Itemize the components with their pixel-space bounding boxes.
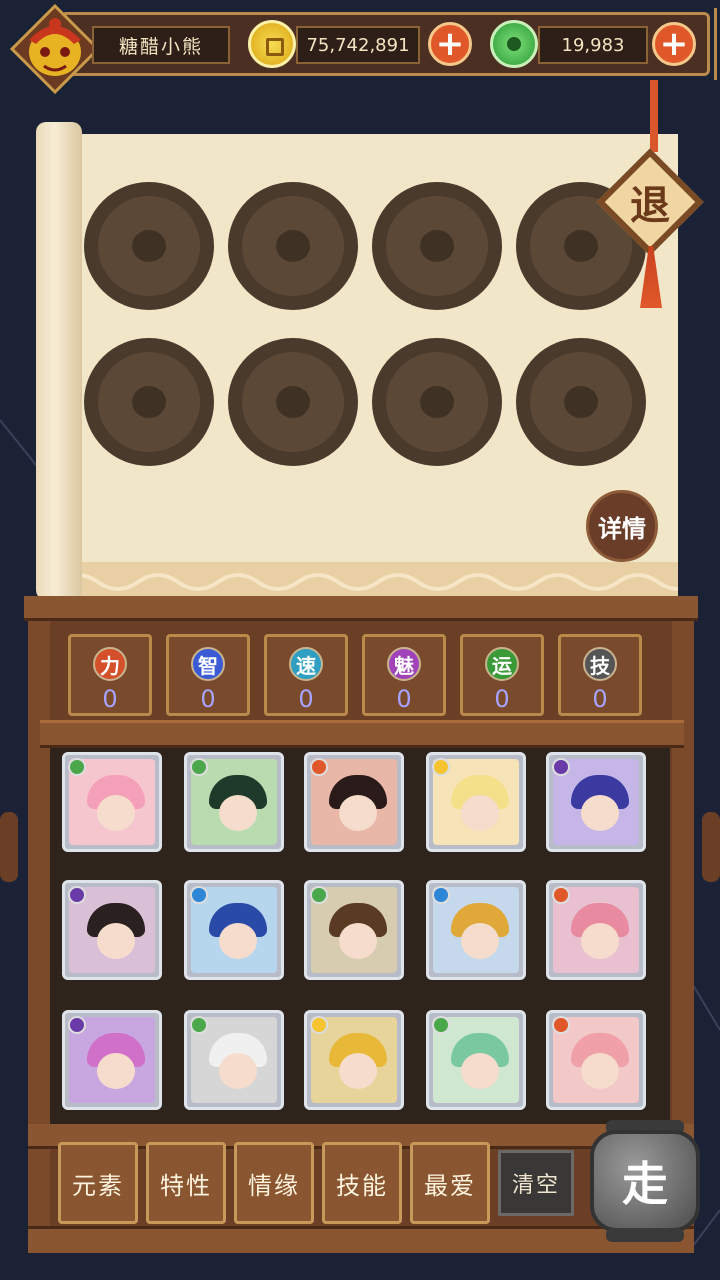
light-element-icon (310, 1016, 328, 1034)
light-element-icon (432, 758, 450, 776)
stat-value: 0 (396, 685, 412, 713)
add-jade-button[interactable]: + (652, 22, 696, 66)
fire-element-icon (310, 758, 328, 776)
fire-element-icon (552, 886, 570, 904)
player-name: 糖醋小熊 (92, 26, 230, 64)
team-slot-7[interactable] (372, 338, 502, 466)
filter-button[interactable]: 技能 (322, 1142, 402, 1224)
team-slot-8[interactable] (516, 338, 646, 466)
hero-card[interactable] (546, 752, 646, 852)
jade-amount: 19,983 (538, 26, 648, 64)
dark-element-icon (552, 758, 570, 776)
exit-button[interactable]: 退 (596, 148, 704, 256)
fire-element-icon (552, 1016, 570, 1034)
jade-coin-icon (490, 20, 538, 68)
scroll-rod (36, 122, 82, 600)
clear-button[interactable]: 清空 (498, 1150, 574, 1216)
dark-element-icon (68, 886, 86, 904)
team-slot-2[interactable] (228, 182, 358, 310)
filter-button[interactable]: 特性 (146, 1142, 226, 1224)
filter-button[interactable]: 最爱 (410, 1142, 490, 1224)
gold-coin-icon (248, 20, 296, 68)
detail-button[interactable]: 详情 (586, 490, 658, 562)
wood-element-icon (190, 1016, 208, 1034)
dark-element-icon (68, 1016, 86, 1034)
go-label: 走 (622, 1157, 668, 1211)
stat-value: 0 (102, 685, 118, 713)
hero-card[interactable] (184, 1010, 284, 1110)
left-edge-tab (0, 812, 18, 882)
stat-icon: 技 (583, 647, 617, 681)
exit-rope (650, 80, 658, 152)
stat-value: 0 (298, 685, 314, 713)
hero-card[interactable] (426, 1010, 526, 1110)
hero-card[interactable] (426, 880, 526, 980)
wood-element-icon (68, 758, 86, 776)
gold-amount: 75,742,891 (296, 26, 420, 64)
team-slot-3[interactable] (372, 182, 502, 310)
cabinet-post-left (28, 600, 50, 1250)
hero-card[interactable] (426, 752, 526, 852)
hero-card[interactable] (62, 752, 162, 852)
stat-box: 力0 (68, 634, 152, 716)
wood-element-icon (432, 1016, 450, 1034)
hero-card[interactable] (62, 880, 162, 980)
go-button[interactable]: 走 (584, 1116, 706, 1246)
player-avatar[interactable] (8, 4, 102, 94)
stat-value: 0 (200, 685, 216, 713)
stat-box: 智0 (166, 634, 250, 716)
wood-element-icon (310, 886, 328, 904)
filter-button[interactable]: 元素 (58, 1142, 138, 1224)
team-slot-5[interactable] (84, 338, 214, 466)
water-element-icon (432, 886, 450, 904)
stat-icon: 力 (93, 647, 127, 681)
hero-card[interactable] (304, 1010, 404, 1110)
stat-value: 0 (494, 685, 510, 713)
stat-box: 运0 (460, 634, 544, 716)
stat-value: 0 (592, 685, 608, 713)
stat-icon: 运 (485, 647, 519, 681)
stat-icon: 魅 (387, 647, 421, 681)
stat-icon: 速 (289, 647, 323, 681)
filter-button[interactable]: 情缘 (234, 1142, 314, 1224)
scroll-wave-border (58, 562, 678, 598)
stat-box: 技0 (558, 634, 642, 716)
right-edge-tab (702, 812, 720, 882)
stat-box: 速0 (264, 634, 348, 716)
water-element-icon (190, 886, 208, 904)
hero-card[interactable] (184, 752, 284, 852)
hero-card[interactable] (546, 1010, 646, 1110)
team-slot-1[interactable] (84, 182, 214, 310)
exit-label: 退 (630, 183, 670, 229)
hero-card[interactable] (546, 880, 646, 980)
hero-card[interactable] (184, 880, 284, 980)
hero-card[interactable] (304, 880, 404, 980)
hero-card[interactable] (304, 752, 404, 852)
hero-card[interactable] (62, 1010, 162, 1110)
team-slot-6[interactable] (228, 338, 358, 466)
stat-icon: 智 (191, 647, 225, 681)
add-gold-button[interactable]: + (428, 22, 472, 66)
wood-element-icon (190, 758, 208, 776)
cabinet-top (24, 596, 698, 621)
cabinet-shelf (40, 720, 684, 748)
stat-box: 魅0 (362, 634, 446, 716)
